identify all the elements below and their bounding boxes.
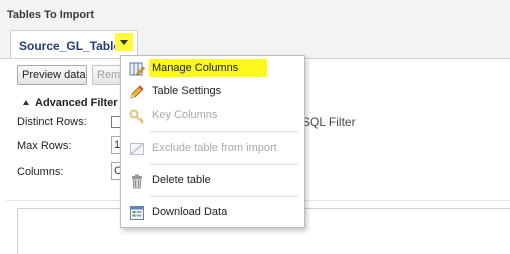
collapse-triangle-icon xyxy=(23,100,29,105)
key-icon xyxy=(129,109,144,124)
menu-item-download-data[interactable]: Download Data xyxy=(124,202,301,224)
menu-separator xyxy=(150,164,298,165)
menu-item-table-settings[interactable]: Table Settings xyxy=(124,81,301,103)
menu-item-label: Delete table xyxy=(152,174,211,186)
section-header: Tables To Import xyxy=(0,0,510,29)
tab-dropdown-button[interactable] xyxy=(115,33,133,51)
chevron-down-icon xyxy=(120,39,128,45)
download-icon xyxy=(130,206,144,220)
menu-item-label: Table Settings xyxy=(152,85,222,97)
table-context-menu: Manage Columns Table Settings Key Column… xyxy=(120,55,305,228)
manage-columns-icon xyxy=(129,62,145,76)
menu-item-label: Download Data xyxy=(152,206,228,218)
menu-item-manage-columns[interactable]: Manage Columns xyxy=(124,58,301,80)
menu-item-exclude-table[interactable]: Exclude table from import xyxy=(124,138,301,160)
distinct-rows-label: Distinct Rows: xyxy=(17,116,87,128)
max-rows-label: Max Rows: xyxy=(17,140,72,152)
pencil-icon xyxy=(130,85,144,99)
section-title: Tables To Import xyxy=(7,9,94,21)
columns-label: Columns: xyxy=(17,166,64,178)
advanced-filter-toggle[interactable]: Advanced Filter xyxy=(23,97,118,109)
menu-item-label: Exclude table from import xyxy=(152,142,277,154)
menu-item-key-columns[interactable]: Key Columns xyxy=(124,105,301,127)
exclude-icon xyxy=(130,143,144,155)
menu-item-label: Manage Columns xyxy=(149,59,267,77)
trash-icon xyxy=(132,174,142,189)
tab-label: Source_GL_Table xyxy=(19,39,121,53)
menu-separator xyxy=(150,131,298,132)
menu-separator xyxy=(150,196,298,197)
preview-data-button[interactable]: Preview data xyxy=(17,65,87,85)
menu-item-label: Key Columns xyxy=(152,109,218,121)
menu-item-delete-table[interactable]: Delete table xyxy=(124,170,301,192)
remove-button[interactable]: Remo xyxy=(92,65,122,85)
advanced-filter-label: Advanced Filter xyxy=(35,97,118,109)
